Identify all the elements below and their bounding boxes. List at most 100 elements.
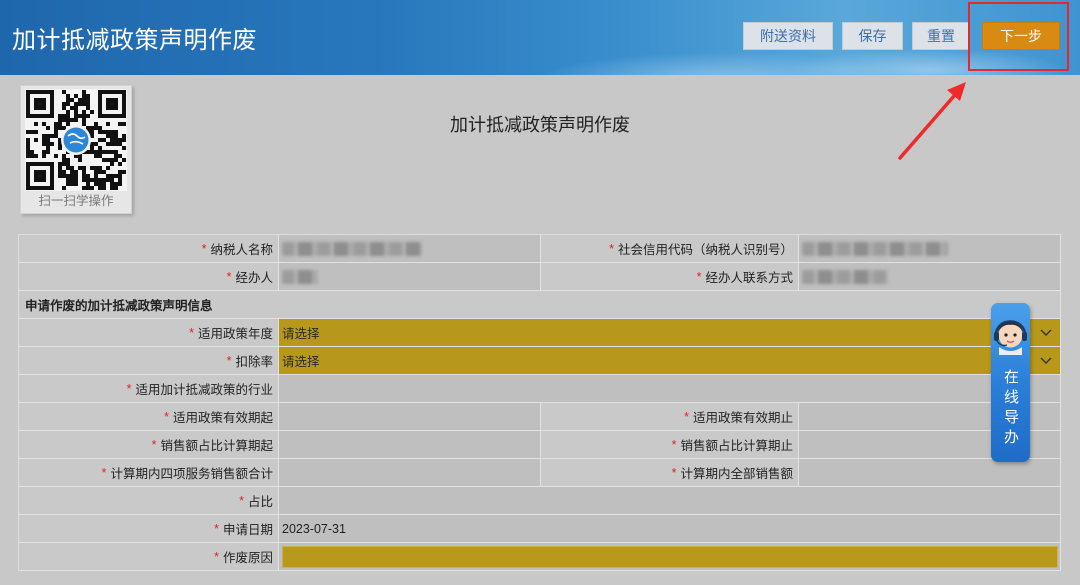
qr-module xyxy=(70,98,74,102)
required-mark: * xyxy=(671,465,677,480)
qr-module xyxy=(94,170,98,174)
qr-module xyxy=(34,170,38,174)
qr-module xyxy=(82,94,86,98)
qr-module xyxy=(42,142,46,146)
sales-ratio-end-label: * 销售额占比计算期止 xyxy=(541,431,799,459)
redacted-value xyxy=(802,269,888,284)
qr-module xyxy=(58,174,62,178)
qr-module xyxy=(118,162,122,166)
qr-module xyxy=(38,162,42,166)
qr-module xyxy=(114,174,118,178)
total-sales-value xyxy=(799,459,1061,487)
reset-button[interactable]: 重置 xyxy=(912,22,970,50)
qr-module xyxy=(42,154,46,158)
required-mark: * xyxy=(696,269,702,284)
qr-module xyxy=(38,174,42,178)
qr-module xyxy=(38,170,42,174)
qr-module xyxy=(42,162,46,166)
qr-module xyxy=(66,158,70,162)
qr-module xyxy=(106,98,110,102)
qr-module xyxy=(46,138,50,142)
qr-module xyxy=(66,178,70,182)
qr-module xyxy=(78,166,82,170)
qr-module xyxy=(82,170,86,174)
qr-code xyxy=(25,89,127,191)
qr-module xyxy=(118,138,122,142)
qr-module xyxy=(86,178,90,182)
qr-code-panel[interactable]: 扫一扫学操作 xyxy=(20,85,132,214)
qr-module xyxy=(50,166,54,170)
qr-module xyxy=(122,146,126,150)
required-mark: * xyxy=(684,409,689,424)
qr-module xyxy=(94,178,98,182)
qr-module xyxy=(114,182,118,186)
qr-module xyxy=(82,174,86,178)
online-guide-widget[interactable]: 在线导办 xyxy=(991,303,1030,462)
total-sales-label: * 计算期内全部销售额 xyxy=(541,459,799,487)
save-button[interactable]: 保存 xyxy=(842,22,903,50)
qr-module xyxy=(58,166,62,170)
qr-module xyxy=(102,90,106,94)
label-text: 作废原因 xyxy=(222,551,273,565)
qr-module xyxy=(106,174,110,178)
qr-module xyxy=(58,146,62,150)
sales-ratio-start-label: * 销售额占比计算期起 xyxy=(19,431,279,459)
apply-date-label: * 申请日期 xyxy=(19,515,279,543)
chevron-down-icon xyxy=(1040,329,1052,336)
cancel-reason-input[interactable] xyxy=(282,545,1058,568)
qr-module xyxy=(26,150,30,154)
next-step-button[interactable]: 下一步 xyxy=(982,22,1060,50)
ratio-label: * 占比 xyxy=(19,487,279,515)
app-header: 加计抵减政策声明作废 附送资料 保存 重置 下一步 xyxy=(0,0,1080,75)
qr-module xyxy=(86,174,90,178)
qr-module xyxy=(50,102,54,106)
required-mark: * xyxy=(214,549,219,564)
qr-module xyxy=(118,170,122,174)
qr-module xyxy=(114,98,118,102)
policy-year-select[interactable]: 请选择 xyxy=(279,319,1061,347)
qr-module xyxy=(46,142,50,146)
qr-module xyxy=(118,142,122,146)
qr-module xyxy=(74,94,78,98)
policy-year-select-value: 请选择 xyxy=(282,327,320,341)
qr-module xyxy=(98,178,102,182)
qr-module xyxy=(110,150,114,154)
qr-module xyxy=(34,178,38,182)
qr-module xyxy=(106,90,110,94)
online-guide-label: 在线导办 xyxy=(1002,369,1019,449)
qr-module xyxy=(122,170,126,174)
page-title: 加计抵减政策声明作废 xyxy=(450,115,630,135)
required-mark: * xyxy=(609,241,614,256)
qr-module xyxy=(114,102,118,106)
qr-module xyxy=(94,174,98,178)
qr-module xyxy=(46,150,50,154)
agent-contact-value xyxy=(799,263,1061,291)
qr-module xyxy=(42,138,46,142)
qr-module xyxy=(62,158,66,162)
qr-module xyxy=(78,102,82,106)
qr-module xyxy=(102,170,106,174)
qr-module xyxy=(58,162,62,166)
qr-module xyxy=(46,90,50,94)
qr-module xyxy=(114,158,118,162)
label-text: 计算期内全部销售额 xyxy=(680,467,793,481)
qr-module xyxy=(66,162,70,166)
qr-module xyxy=(122,98,126,102)
qr-module xyxy=(58,170,62,174)
qr-module xyxy=(50,106,54,110)
qr-module xyxy=(82,178,86,182)
qr-module xyxy=(38,90,42,94)
qr-module xyxy=(122,102,126,106)
deduction-rate-select[interactable]: 请选择 xyxy=(279,347,1061,375)
qr-module xyxy=(106,150,110,154)
required-mark: * xyxy=(671,437,677,452)
qr-module xyxy=(66,182,70,186)
qr-module xyxy=(114,150,118,154)
qr-module xyxy=(110,138,114,142)
qr-module xyxy=(102,182,106,186)
qr-module xyxy=(46,146,50,150)
qr-module xyxy=(118,154,122,158)
qr-module xyxy=(26,182,30,186)
agent-label: * 经办人 xyxy=(19,263,279,291)
attach-materials-button[interactable]: 附送资料 xyxy=(743,22,833,50)
